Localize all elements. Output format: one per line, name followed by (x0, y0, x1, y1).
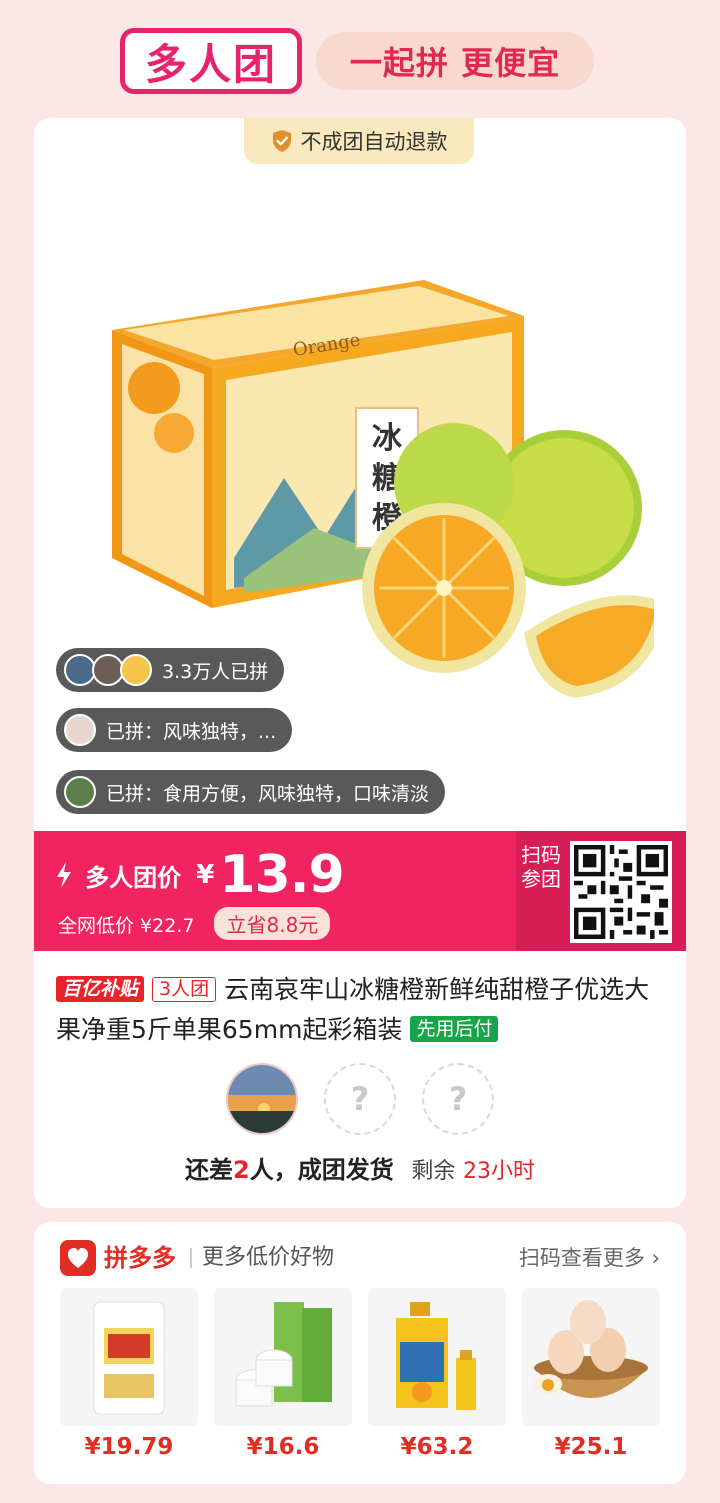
more-deals-label: 更多低价好物 (202, 1245, 335, 1270)
auto-refund-label: 不成团自动退款 (300, 130, 448, 154)
group-slots: ? ? (34, 1063, 686, 1138)
product-title-text: 云南哀牢山冰糖橙新鲜纯甜橙子优选大果净重5斤单果65mm起彩箱装 (56, 975, 650, 1044)
review-text: 已拼：风味独特，... (106, 720, 277, 743)
svg-text:冰: 冰 (372, 421, 403, 456)
flour-bag-icon (60, 1288, 198, 1426)
joined-count-text: 3.3万人已拼 (162, 660, 269, 683)
scan-to-join-label: 扫码参团 (521, 843, 561, 891)
time-remaining-value: 23小时 (463, 1159, 535, 1184)
buy-now-pay-later-tag: 先用后付 (410, 1016, 499, 1042)
multi-group-logo: 多人团 (120, 28, 302, 94)
savings-tag: 立省8.8元 (214, 907, 331, 940)
product-price: ¥16.6 (246, 1434, 320, 1460)
group-size-tag: 3人团 (152, 977, 217, 1002)
auto-refund-badge: 不成团自动退款 (244, 118, 474, 164)
review-pill[interactable]: 已拼：食用方便，风味独特，口味清淡 (56, 770, 446, 814)
slogan-banner: 一起拼 更便宜 (316, 32, 594, 90)
status-suffix: 人，成团发货 (249, 1156, 394, 1184)
price-bar: 多人团价 ¥ 13.9 全网低价 ¥22.7 立省8.8元 扫码参团 (34, 831, 686, 951)
group-price-value: 13.9 (219, 845, 344, 905)
pinduoduo-logo-icon (60, 1240, 96, 1276)
review-text: 已拼：食用方便，风味独特，口味清淡 (106, 782, 430, 805)
remaining-count: 2 (233, 1156, 250, 1184)
avatar-stack (64, 654, 152, 686)
eggs-basket-icon (522, 1288, 660, 1426)
page-header: 多人团 一起拼 更便宜 (0, 0, 720, 115)
scan-to-join[interactable]: 扫码参团 (516, 831, 686, 951)
group-price-label: 多人团价 (85, 863, 182, 892)
sunset-avatar-icon (228, 1065, 296, 1133)
product-price: ¥19.79 (84, 1434, 174, 1460)
product-price: ¥25.1 (554, 1434, 628, 1460)
scan-more-link[interactable]: 扫码查看更多 › (519, 1240, 660, 1276)
joined-count-pill[interactable]: 3.3万人已拼 (56, 648, 285, 692)
avatar-stack (64, 714, 96, 746)
market-price: 全网低价 ¥22.7 (58, 915, 195, 937)
divider (190, 1248, 192, 1268)
empty-slot[interactable]: ? (422, 1063, 494, 1135)
currency-symbol: ¥ (196, 860, 215, 890)
avatar-stack (64, 776, 96, 808)
group-price: 多人团价 ¥ 13.9 (54, 845, 345, 905)
group-status: 还差2人，成团发货 剩余 23小时 (34, 1150, 686, 1185)
more-products-card: 拼多多 更多低价好物 扫码查看更多 › ¥19.79 ¥16.6 ¥63.2 ¥… (34, 1222, 686, 1484)
product-item[interactable]: ¥19.79 (60, 1288, 198, 1468)
product-price: ¥63.2 (400, 1434, 474, 1460)
subsidy-tag: 百亿补贴 (56, 976, 145, 1002)
product-list: ¥19.79 ¥16.6 ¥63.2 ¥25.1 (60, 1288, 660, 1468)
tissue-rolls-icon (214, 1288, 352, 1426)
avatar (64, 776, 96, 808)
member-avatar (226, 1063, 298, 1135)
product-card: 不成团自动退款 冰 糖 橙 Orange 3.3万人已拼 已拼：风味独特，...… (34, 118, 686, 1208)
price-compare: 全网低价 ¥22.7 立省8.8元 (58, 907, 331, 940)
qr-code[interactable] (570, 841, 672, 943)
cooking-oil-icon (368, 1288, 506, 1426)
product-item[interactable]: ¥16.6 (214, 1288, 352, 1468)
status-prefix: 还差 (185, 1156, 233, 1184)
qr-code-icon (574, 845, 668, 939)
product-item[interactable]: ¥63.2 (368, 1288, 506, 1468)
product-title[interactable]: 百亿补贴 3人团 云南哀牢山冰糖橙新鲜纯甜橙子优选大果净重5斤单果65mm起彩箱装先… (56, 970, 666, 1050)
avatar (120, 654, 152, 686)
brand-name: 拼多多 (104, 1244, 176, 1272)
review-pill[interactable]: 已拼：风味独特，... (56, 708, 293, 752)
product-item[interactable]: ¥25.1 (522, 1288, 660, 1468)
time-remaining-label: 剩余 (411, 1159, 456, 1184)
shield-check-icon (272, 130, 291, 152)
avatar (64, 714, 96, 746)
empty-slot[interactable]: ? (324, 1063, 396, 1135)
lightning-icon (57, 862, 71, 888)
